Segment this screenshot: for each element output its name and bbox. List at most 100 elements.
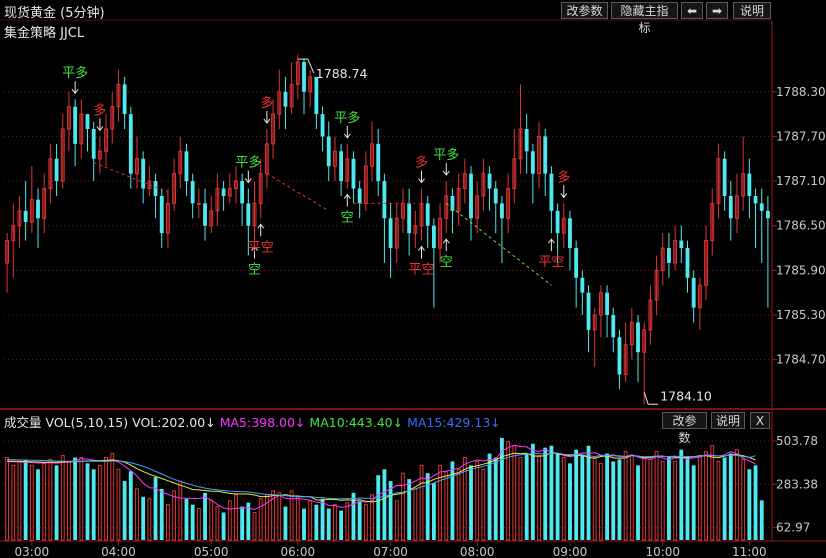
candle-body (431, 225, 436, 249)
candle-body (36, 199, 40, 219)
candle-body (184, 151, 189, 182)
volume-bar (147, 498, 152, 541)
candle-body (759, 203, 764, 211)
price-tick-label: 1788.30 (776, 85, 826, 99)
volume-bar (122, 481, 127, 540)
volume-bar (128, 471, 133, 540)
volume-bar (506, 441, 511, 541)
volume-bar (339, 510, 344, 540)
volume-bar (407, 479, 412, 540)
candle-body (246, 203, 251, 226)
chart-canvas[interactable]: 1788.30 1787.70 1787.10 1786.50 1785.90 1785.… (0, 0, 826, 558)
price-tick-label: 1785.90 (776, 263, 826, 277)
volume-bar (654, 451, 659, 541)
candle-body (357, 188, 362, 204)
volume-bar (425, 473, 430, 540)
candle-body (122, 84, 127, 115)
volume-bar (586, 445, 591, 540)
signal-label: 平多 (433, 147, 459, 163)
time-tick-label: 10:00 (645, 545, 680, 558)
volume-bar (357, 500, 362, 540)
volume-bar (605, 453, 610, 540)
candle-body (469, 173, 473, 219)
candle-body (580, 277, 585, 293)
candle-body (73, 106, 78, 144)
candle-body (320, 114, 325, 137)
volume-bar (735, 449, 739, 541)
candle-body (91, 129, 96, 159)
signal-label: 多 (260, 95, 273, 111)
candle-body (425, 203, 430, 226)
volume-bar (209, 500, 214, 541)
candle-body (530, 151, 535, 174)
candle-body (568, 218, 572, 249)
volume-bar (697, 455, 702, 541)
volume-bar (431, 483, 436, 540)
volume-bar (388, 481, 393, 540)
price-tick-label: 1786.50 (776, 219, 826, 233)
volume-bar (456, 468, 461, 541)
time-tick-label: 11:00 (732, 545, 767, 558)
time-tick-label: 06:00 (281, 545, 316, 558)
candle-body (351, 158, 356, 189)
volume-bar (574, 449, 579, 540)
candle-body (283, 91, 288, 107)
volume-bar (512, 445, 517, 541)
volume-bar (530, 443, 535, 540)
volume-bar (85, 463, 90, 540)
volume-bar (23, 459, 28, 540)
candle-body (555, 210, 560, 234)
volume-bar (623, 451, 628, 541)
volume-bar (141, 496, 146, 540)
signal-label: 平多 (334, 110, 360, 126)
signal-label: 空 (248, 263, 261, 278)
volume-bar (598, 462, 603, 541)
volume-bar (704, 451, 708, 541)
candle-body (339, 151, 344, 182)
volume-bar (549, 445, 554, 540)
volume-bar (159, 488, 164, 540)
candle-body (765, 210, 770, 219)
volume-bar (648, 458, 653, 541)
signal-label: 平空 (248, 240, 274, 255)
candle-body (611, 315, 616, 338)
volume-bar (747, 469, 752, 540)
candle-body (685, 248, 690, 278)
signal-label: 空 (341, 211, 354, 226)
volume-bar (481, 468, 486, 541)
volume-bar (759, 500, 764, 540)
volume-bar (537, 455, 541, 541)
candle-body (141, 158, 146, 189)
volume-bar (716, 460, 721, 541)
volume-bar (376, 475, 381, 540)
candle-body (728, 195, 733, 219)
price-tick-label: 1784.70 (776, 353, 826, 367)
candle-body (388, 218, 393, 249)
price-tick-label: 1787.10 (776, 174, 826, 188)
volume-bar (110, 453, 115, 541)
candle-body (240, 181, 245, 204)
volume-bar (203, 492, 207, 540)
time-tick-label: 05:00 (194, 545, 229, 558)
volume-bar (617, 459, 622, 540)
candle-body (128, 114, 133, 174)
volume-bar (543, 447, 548, 540)
volume-bar (444, 470, 449, 541)
candle-body (636, 322, 640, 353)
volume-bar (234, 494, 238, 541)
volume-bar (660, 460, 665, 541)
volume-bar (17, 460, 22, 541)
signal-label: 多 (415, 155, 428, 171)
volume-bar (302, 508, 306, 540)
volume-bar (580, 455, 585, 540)
candle-body (221, 188, 226, 196)
volume-bar (524, 453, 529, 540)
volume-bar (401, 472, 405, 541)
volume-bar (382, 469, 387, 540)
volume-bar (54, 465, 59, 540)
volume-bar (283, 506, 288, 540)
volume-bar (178, 480, 183, 541)
volume-bar (673, 460, 678, 541)
volume-bar (629, 455, 634, 541)
volume-tick-label: 283.38 (776, 477, 818, 491)
